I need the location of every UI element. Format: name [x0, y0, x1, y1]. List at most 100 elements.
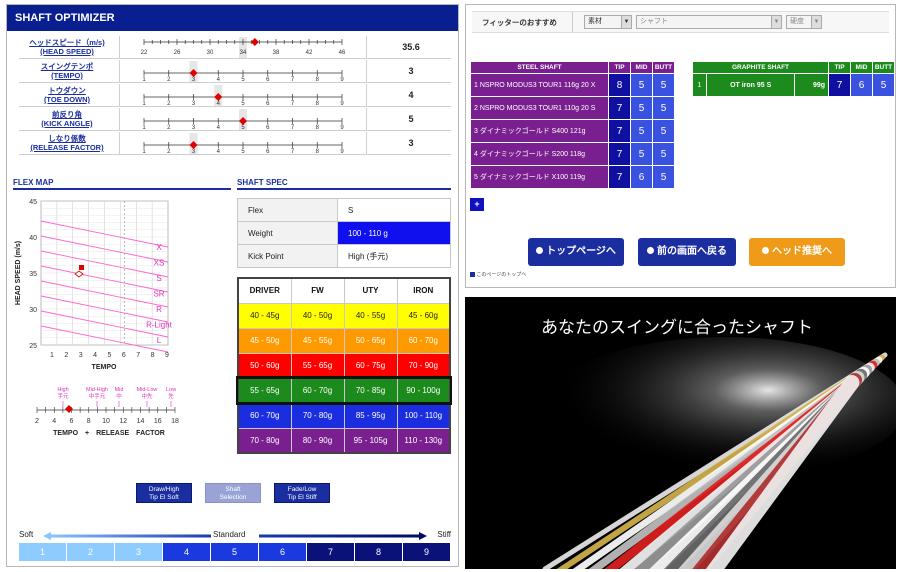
- y-tick-label: 35: [29, 271, 37, 278]
- stiffness-cell[interactable]: 4: [163, 543, 210, 561]
- steel-row-mid: 6: [630, 165, 653, 189]
- tempo-release-kick-labels: High手元 Mid-High中手元 Mid中 Mid-Low中先 Low先: [57, 387, 176, 407]
- page-top-link[interactable]: このページのトップへ: [470, 271, 526, 278]
- slider-scale[interactable]: 123456789: [119, 84, 367, 107]
- weight-row: 40 - 45g 40 - 50g 40 - 55g 45 - 60g: [237, 302, 451, 329]
- draw-high-button[interactable]: Draw/High Tip El Soft: [136, 483, 192, 503]
- slider-track[interactable]: 123456789: [120, 132, 366, 155]
- weight-row: 55 - 65g 60 - 70g 70 - 85g 90 - 100g: [236, 376, 452, 405]
- graphite-header: GRAPHITE SHAFT TIP MID BUTT: [692, 61, 895, 74]
- y-tick-label: 30: [29, 307, 37, 314]
- stiffness-cell[interactable]: 9: [403, 543, 450, 561]
- slider-scale[interactable]: 123456789: [119, 108, 367, 131]
- slider-label[interactable]: 前反り角 (KICK ANGLE): [19, 108, 115, 131]
- back-button[interactable]: 前の画面へ戻る: [638, 238, 736, 266]
- spec-key: Weight: [237, 221, 338, 245]
- slider-row: しなり係数 (RELEASE FACTOR) 123456789 3: [19, 132, 451, 155]
- kick-label: Mid: [115, 387, 124, 393]
- stiffness-cell[interactable]: 6: [259, 543, 306, 561]
- slider-label-en: (TEMPO): [51, 71, 83, 80]
- steel-row-butt: 5: [652, 96, 675, 120]
- hardness-select-value: 硬度: [790, 18, 804, 25]
- head-recommend-button[interactable]: ヘッド推奨へ: [749, 238, 845, 266]
- slider-tick-label: 8: [316, 101, 320, 107]
- weight-cell: 40 - 55g: [343, 302, 398, 329]
- slider-scale[interactable]: 123456789: [119, 132, 367, 155]
- spec-row-weight: Weight 100 - 110 g: [237, 221, 451, 245]
- steel-row[interactable]: 1 NSPRO MODUS3 TOUR1 116g 20 X 8 5 5: [470, 73, 675, 97]
- spec-key: Kick Point: [237, 244, 338, 268]
- material-select[interactable]: 素材 ▼: [584, 15, 632, 29]
- weight-cell: 45 - 55g: [290, 327, 345, 354]
- stiffness-cell[interactable]: 1: [19, 543, 66, 561]
- kick-label: Mid-High: [86, 387, 108, 393]
- slider-value: 3: [408, 66, 414, 76]
- fade-low-button[interactable]: Fade/Low Tip El Stiff: [274, 483, 330, 503]
- square-icon: [470, 272, 475, 277]
- slider-track[interactable]: 123456789: [120, 60, 366, 83]
- slider-marker[interactable]: [250, 38, 259, 46]
- graphite-row-tip: 7: [828, 73, 851, 97]
- graphite-row-weight: 99g: [794, 73, 829, 97]
- slider-track[interactable]: 123456789: [120, 84, 366, 107]
- stiffness-cell[interactable]: 8: [355, 543, 402, 561]
- slider-track[interactable]: 22 26 30 34 38 42 46: [120, 36, 366, 59]
- button-line: Tip El Soft: [149, 494, 179, 501]
- flex-label: R-Light: [146, 321, 173, 330]
- steel-header-title: STEEL SHAFT: [470, 61, 609, 74]
- stiffness-cell[interactable]: 7: [307, 543, 354, 561]
- promo-banner: あなたのスイングに合ったシャフト: [465, 297, 896, 569]
- steel-shaft-table: STEEL SHAFT TIP MID BUTT 1 NSPRO MODUS3 …: [470, 61, 675, 189]
- slider-label[interactable]: ヘッドスピード（m/s) (HEAD SPEED): [19, 36, 115, 59]
- steel-row-name: 4 ダイナミックゴールド S200 118g: [470, 142, 609, 166]
- weight-row: 60 - 70g 70 - 80g 85 - 95g 100 - 110g: [237, 402, 451, 429]
- flex-label: S: [156, 274, 161, 283]
- button-line: Selection: [219, 494, 247, 501]
- shaft-selection-button[interactable]: Shaft Selection: [205, 483, 261, 503]
- weight-cell: 55 - 65g: [237, 377, 292, 404]
- standard-label: Standard: [213, 530, 246, 539]
- flex-label: XS: [154, 259, 165, 268]
- hardness-select[interactable]: 硬度 ▼: [786, 15, 822, 29]
- chevron-down-icon: ▼: [771, 16, 781, 28]
- slider-tick-label: 1: [142, 101, 146, 107]
- tempo-release-tick-label: 4: [52, 418, 56, 425]
- slider-tick-label: 7: [291, 101, 295, 107]
- slider-label[interactable]: スイングテンポ (TEMPO): [19, 60, 115, 83]
- weight-row: 45 - 50g 45 - 55g 50 - 65g 60 - 70g: [237, 327, 451, 354]
- slider-scale[interactable]: 22 26 30 34 38 42 46: [119, 36, 367, 59]
- top-page-button[interactable]: トップページへ: [528, 238, 624, 266]
- slider-label-jp: 前反り角: [52, 110, 82, 119]
- stiffness-cell[interactable]: 2: [67, 543, 114, 561]
- kick-sub-label: 先: [168, 392, 174, 400]
- steel-row[interactable]: 5 ダイナミックゴールド X100 119g 7 6 5: [470, 165, 675, 189]
- steel-row-butt: 5: [652, 142, 675, 166]
- weight-row: 50 - 60g 55 - 65g 60 - 75g 70 - 90g: [237, 352, 451, 379]
- x-tick-label: 2: [64, 352, 68, 359]
- steel-row-tip: 7: [608, 165, 631, 189]
- flex-map-y-ticks: 45 40 35 30 25: [29, 199, 37, 350]
- steel-row[interactable]: 2 NSPRO MODUS3 TOUR1 110g 20 S 7 5 5: [470, 96, 675, 120]
- slider-scale[interactable]: 123456789: [119, 60, 367, 83]
- weight-cell: 70 - 85g: [343, 377, 398, 404]
- slider-track[interactable]: 123456789: [120, 108, 366, 131]
- steel-row-mid: 5: [630, 96, 653, 120]
- slider-label[interactable]: しなり係数 (RELEASE FACTOR): [19, 132, 115, 155]
- add-row-button[interactable]: +: [470, 198, 484, 211]
- circle-icon: [647, 247, 654, 254]
- stiffness-cell[interactable]: 3: [115, 543, 162, 561]
- shaft-select[interactable]: シャフト ▼: [636, 15, 782, 29]
- soft-label: Soft: [19, 530, 34, 539]
- weight-cell: 40 - 50g: [290, 302, 345, 329]
- steel-row-name: 2 NSPRO MODUS3 TOUR1 110g 20 S: [470, 96, 609, 120]
- steel-row[interactable]: 4 ダイナミックゴールド S200 118g 7 5 5: [470, 142, 675, 166]
- slider-label[interactable]: トウダウン (TOE DOWN): [19, 84, 115, 107]
- stiffness-cell[interactable]: 5: [211, 543, 258, 561]
- weight-cell: 100 - 110g: [396, 402, 451, 429]
- header-driver: DRIVER: [237, 277, 292, 304]
- spec-row-kick-point: Kick Point High (手元): [237, 244, 451, 268]
- slider-tick-label: 3: [192, 125, 196, 131]
- steel-row[interactable]: 3 ダイナミックゴールド S400 121g 7 5 5: [470, 119, 675, 143]
- flex-label: X: [156, 243, 162, 252]
- graphite-row[interactable]: 1 OT iron 95 S 99g 7 6 5: [692, 73, 895, 97]
